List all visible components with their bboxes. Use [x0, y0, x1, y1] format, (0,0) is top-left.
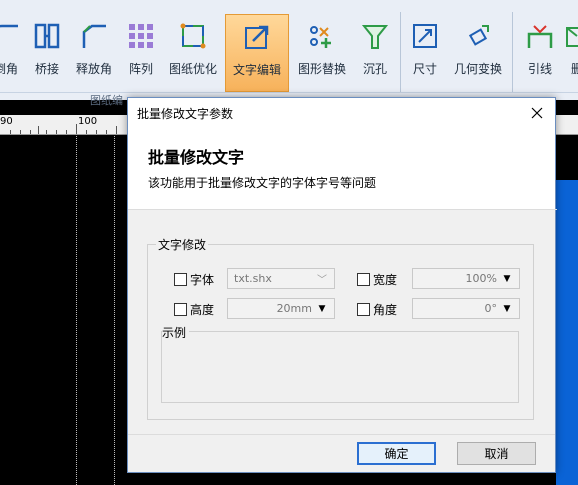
text-modify-group: 文字修改 字体 txt.shx ﹀ 宽度 100% ▼ 高度 20mm ▼ 角度…: [147, 236, 534, 420]
horizontal-ruler: 90 100: [0, 115, 130, 135]
angle-field: 角度: [357, 301, 397, 318]
countersink-label: 沉孔: [362, 62, 387, 76]
dialog-heading: 批量修改文字: [148, 148, 245, 167]
ok-button[interactable]: 确定: [357, 442, 436, 465]
delete-label: 删: [570, 62, 578, 76]
width-label: 宽度: [373, 273, 398, 287]
release-corner-label: 释放角: [75, 62, 112, 76]
font-select[interactable]: txt.shx ﹀: [227, 268, 335, 289]
ruler-label: 90: [0, 116, 13, 127]
font-field: 字体: [174, 271, 214, 288]
height-field: 高度: [174, 301, 214, 318]
drawing-optimize-label: 图纸优化: [168, 62, 217, 76]
release-corner-icon: [78, 20, 110, 52]
angle-checkbox[interactable]: [357, 303, 370, 316]
dimension-icon: [409, 20, 441, 52]
group-separator: [512, 12, 513, 92]
height-checkbox[interactable]: [174, 303, 187, 316]
bridge-button[interactable]: 桥接: [28, 14, 66, 92]
geometry-transform-button[interactable]: 几何变换: [450, 14, 506, 92]
example-preview: 示例: [161, 324, 519, 403]
dialog-footer: 确定 取消: [128, 434, 555, 472]
release-corner-button[interactable]: 释放角: [72, 14, 116, 92]
chamfer-label: 倒角: [0, 62, 18, 76]
array-icon: [125, 20, 157, 52]
dimension-button[interactable]: 尺寸: [406, 14, 444, 92]
ribbon-group-label: 图纸编: [90, 94, 123, 107]
font-value: txt.shx: [234, 272, 272, 285]
close-button[interactable]: [527, 103, 547, 123]
group-title: 文字修改: [156, 236, 209, 253]
shape-replace-icon: [306, 20, 338, 52]
array-label: 阵列: [128, 62, 153, 76]
dialog-titlebar: 批量修改文字参数: [128, 98, 555, 128]
dropdown-arrow-icon: ▼: [318, 303, 326, 314]
chevron-down-icon: ﹀: [317, 275, 327, 286]
width-select[interactable]: 100% ▼: [412, 268, 520, 289]
angle-value: 0°: [484, 302, 498, 315]
height-label: 高度: [190, 303, 215, 317]
countersink-icon: [359, 20, 391, 52]
array-button[interactable]: 阵列: [122, 14, 160, 92]
dialog-header: 批量修改文字 该功能用于批量修改文字的字体字号等问题: [128, 128, 557, 210]
grid-line: [76, 136, 77, 485]
dimension-label: 尺寸: [412, 62, 437, 76]
shape-replace-button[interactable]: 图形替换: [294, 14, 350, 92]
width-value: 100%: [465, 272, 497, 285]
bridge-label: 桥接: [34, 62, 59, 76]
grid-line: [114, 136, 115, 485]
ribbon-toolbar: 倒角 桥接 释放角 阵列: [0, 0, 578, 107]
height-value: 20mm: [276, 302, 312, 315]
font-checkbox[interactable]: [174, 273, 187, 286]
example-label: 示例: [162, 324, 190, 341]
ruler-label: 100: [78, 116, 98, 127]
angle-label: 角度: [373, 303, 398, 317]
width-field: 宽度: [357, 271, 397, 288]
group-separator: [400, 12, 401, 92]
drawing-optimize-button[interactable]: 图纸优化: [166, 14, 220, 92]
font-label: 字体: [190, 273, 215, 287]
dropdown-arrow-icon: ▼: [503, 273, 511, 284]
drawing-optimize-icon: [177, 20, 209, 52]
text-edit-label: 文字编辑: [232, 63, 281, 77]
text-edit-button[interactable]: 文字编辑: [225, 14, 289, 92]
dialog-body: 文字修改 字体 txt.shx ﹀ 宽度 100% ▼ 高度 20mm ▼ 角度…: [128, 210, 555, 436]
leader-button[interactable]: 引线: [520, 14, 560, 92]
text-edit-icon: [241, 21, 273, 53]
cancel-button[interactable]: 取消: [457, 442, 536, 465]
delete-icon: [561, 20, 578, 52]
chamfer-icon: [0, 20, 22, 52]
chamfer-button[interactable]: 倒角: [0, 14, 26, 92]
countersink-button[interactable]: 沉孔: [356, 14, 394, 92]
batch-text-dialog: 批量修改文字参数 批量修改文字 该功能用于批量修改文字的字体字号等问题 文字修改…: [127, 97, 557, 473]
leader-label: 引线: [527, 62, 552, 76]
close-icon: [531, 107, 543, 119]
geometry-transform-icon: [462, 20, 494, 52]
dialog-description: 该功能用于批量修改文字的字体字号等问题: [148, 176, 377, 190]
delete-button[interactable]: 删: [562, 14, 578, 92]
angle-select[interactable]: 0° ▼: [412, 298, 520, 319]
horizontal-ruler-right: [556, 115, 578, 135]
leader-icon: [524, 20, 556, 52]
drawing-shape: [556, 180, 578, 485]
bridge-icon: [31, 20, 63, 52]
dropdown-arrow-icon: ▼: [503, 303, 511, 314]
height-select[interactable]: 20mm ▼: [227, 298, 335, 319]
geometry-transform-label: 几何变换: [453, 62, 502, 76]
dialog-title: 批量修改文字参数: [137, 106, 234, 121]
width-checkbox[interactable]: [357, 273, 370, 286]
shape-replace-label: 图形替换: [297, 62, 346, 76]
